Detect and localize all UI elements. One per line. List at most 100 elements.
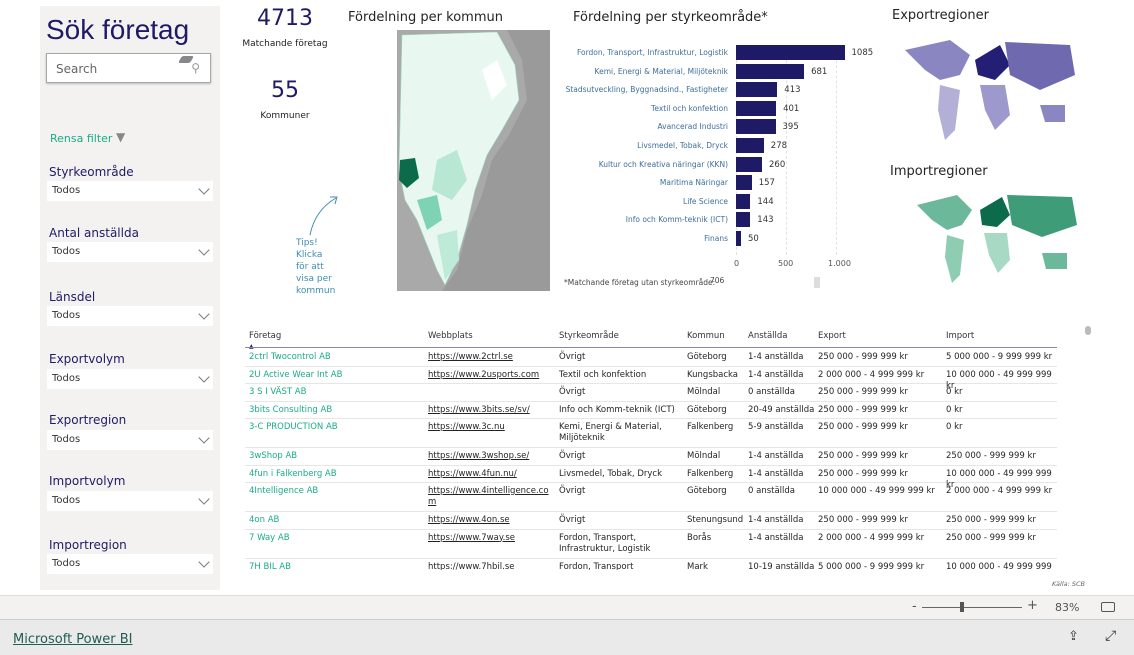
filter-dropdown[interactable]: Todos	[47, 554, 213, 574]
table-cell: 0 kr	[946, 404, 963, 415]
table-row[interactable]: 7H BIL AB https://www.7hbil.se Fordon, Tra…	[245, 559, 1057, 571]
kpi-value: 4713	[257, 6, 313, 31]
bottom-bar: Microsoft Power BI ⇪ ⤢	[0, 619, 1134, 655]
bar[interactable]	[736, 63, 805, 79]
bar-label: Fordon, Transport, Infrastruktur, Logist…	[576, 48, 728, 57]
table-row[interactable]: 2U Active Wear Int AB https://www.2usport…	[245, 367, 1057, 391]
share-icon[interactable]: ⇪	[1068, 629, 1079, 644]
table-cell[interactable]: 3wShop AB	[249, 451, 297, 462]
table-cell: Övrigt	[559, 451, 586, 461]
table-cell: 5 000 000 - 9 999 999 kr	[946, 352, 1053, 362]
column-header[interactable]: Styrkeområde	[559, 331, 619, 341]
filter-dropdown[interactable]: Todos	[47, 306, 213, 326]
bar-value: 395	[782, 122, 799, 133]
filter-dropdown[interactable]: Todos	[47, 181, 213, 201]
import-world-map[interactable]	[912, 185, 1082, 285]
table-cell[interactable]: https://www.2usports.com	[428, 370, 553, 381]
table-cell[interactable]: 7H BIL AB	[249, 562, 291, 571]
table-cell: Övrigt	[559, 387, 586, 397]
column-header[interactable]: Kommun	[687, 331, 725, 341]
bar[interactable]	[736, 100, 777, 116]
table-cell: 1-4 anställda	[748, 468, 804, 479]
bar[interactable]	[736, 45, 845, 60]
table-cell[interactable]: 3-C PRODUCTION AB	[249, 422, 338, 433]
column-header[interactable]: Anställda	[748, 331, 788, 341]
export-world-map[interactable]	[900, 30, 1080, 145]
table-cell: 250 000 - 999 999 kr	[818, 515, 908, 525]
table-row[interactable]: 4on AB https://www.4on.se Övrigt Stenungsun…	[245, 512, 1057, 530]
table-cell[interactable]: 4Intelligence AB	[249, 486, 318, 497]
table-row[interactable]: 4fun i Falkenberg AB https://www.4fun.nu/…	[245, 466, 1057, 490]
table-cell[interactable]: 3bits Consulting AB	[249, 405, 332, 416]
bar-value: 413	[784, 85, 801, 96]
filter-dropdown[interactable]: Todos	[47, 369, 213, 389]
table-cell[interactable]: 4fun i Falkenberg AB	[249, 469, 337, 480]
table-cell[interactable]: https://www.4fun.nu/	[428, 469, 553, 480]
column-header[interactable]: Företag	[249, 331, 281, 341]
kpi-municipalities: 55 Kommuner	[235, 78, 335, 121]
bar[interactable]	[736, 82, 778, 98]
tip-line: för att	[296, 262, 324, 272]
tips-text: Tips! Klicka för att visa per kommun	[296, 237, 335, 297]
source-label: Källa: SCB	[1052, 580, 1085, 588]
table-cell[interactable]: https://www.2ctrl.se	[428, 352, 553, 363]
table-cell[interactable]: 2ctrl Twocontrol AB	[249, 352, 331, 363]
municipality-map[interactable]	[397, 30, 550, 291]
table-cell: Textil och konfektion	[559, 369, 647, 380]
bar[interactable]	[736, 193, 751, 209]
table-cell: Mölndal	[687, 451, 721, 461]
table-cell[interactable]: 3 S I VÄST AB	[249, 387, 306, 398]
bar[interactable]	[736, 212, 751, 228]
bar[interactable]	[736, 175, 752, 191]
table-scrollbar[interactable]	[1085, 326, 1091, 335]
clear-filter-icon[interactable]: ▼	[116, 130, 125, 144]
table-cell[interactable]: 2U Active Wear Int AB	[249, 370, 342, 381]
table-row[interactable]: 4Intelligence AB https://www.4intelligenc…	[245, 483, 1057, 512]
table-row[interactable]: 3 S I VÄST AB Övrigt Mölndal 0 anställda 250…	[245, 384, 1057, 402]
table-cell[interactable]: https://www.4intelligence.com	[428, 486, 553, 508]
table-cell: 250 000 - 999 999 kr	[946, 451, 1036, 461]
x-tick: 500	[778, 259, 794, 268]
zoom-in-button[interactable]: +	[1027, 598, 1038, 613]
zoom-slider-handle[interactable]	[960, 602, 964, 612]
table-cell: Övrigt	[559, 515, 586, 525]
table-cell: 2 000 000 - 4 999 999 kr	[818, 369, 925, 380]
table-cell: 5 000 000 - 9 999 999 kr	[818, 561, 925, 571]
filter-dropdown[interactable]: Todos	[47, 430, 213, 450]
table-cell[interactable]: https://www.3wshop.se/	[428, 451, 553, 462]
table-cell[interactable]: https://www.3bits.se/sv/	[428, 405, 553, 416]
bar[interactable]	[736, 138, 764, 153]
table-cell[interactable]: 4on AB	[249, 515, 279, 526]
table-row[interactable]: 7 Way AB https://www.7way.se Fordon, Trans…	[245, 530, 1057, 559]
zoom-out-button[interactable]: -	[912, 599, 917, 614]
table-row[interactable]: 3wShop AB https://www.3wshop.se/Övrigt Möl…	[245, 448, 1057, 466]
filter-dropdown[interactable]: Todos	[47, 242, 213, 262]
fit-page-icon[interactable]	[1101, 602, 1115, 612]
chart-scrollbar[interactable]	[814, 277, 820, 288]
table-cell: Info och Komm-teknik (ICT)	[559, 404, 675, 415]
table-row[interactable]: 3bits Consulting AB https://www.3bits.se/…	[245, 402, 1057, 419]
table-cell[interactable]: 7 Way AB	[249, 533, 290, 544]
clear-filter-button[interactable]: Rensa filter	[50, 132, 112, 145]
table-cell: Livsmedel, Tobak, Dryck	[559, 468, 663, 479]
column-header[interactable]: Webbplats	[428, 331, 473, 341]
column-header[interactable]: Import	[946, 331, 974, 341]
bar[interactable]	[736, 231, 741, 246]
table-cell[interactable]: https://www.7way.se	[428, 533, 553, 544]
table-cell[interactable]: https://www.7hbil.se	[428, 562, 553, 571]
table-cell: 1-4 anställda	[748, 532, 804, 543]
table-row[interactable]: 3-C PRODUCTION AB https://www.3c.nu Kemi, …	[245, 419, 1057, 448]
zoom-level: 83%	[1055, 601, 1080, 614]
bar[interactable]	[736, 156, 762, 172]
table-cell[interactable]: https://www.3c.nu	[428, 422, 553, 433]
bar[interactable]	[736, 119, 776, 135]
zoom-slider[interactable]	[922, 607, 1022, 608]
table-row[interactable]: 2ctrl Twocontrol AB https://www.2ctrl.se Ö…	[245, 349, 1057, 367]
dropdown-value: Todos	[52, 373, 81, 384]
table-cell[interactable]: https://www.4on.se	[428, 515, 553, 526]
column-header[interactable]: Export	[818, 331, 846, 341]
power-bi-link[interactable]: Microsoft Power BI	[13, 632, 132, 647]
filter-dropdown[interactable]: Todos	[47, 491, 213, 511]
fullscreen-icon[interactable]: ⤢	[1105, 628, 1116, 644]
bar-value: 1085	[851, 48, 874, 58]
